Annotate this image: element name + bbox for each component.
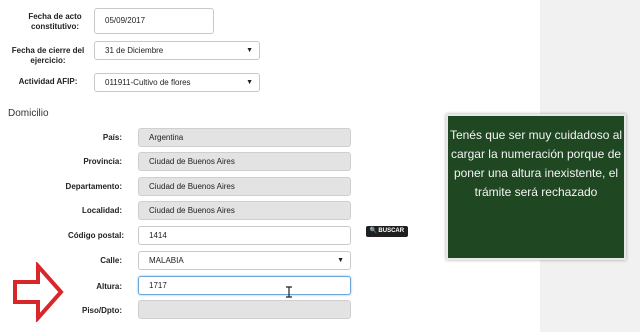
localidad-label: Localidad: <box>81 206 122 215</box>
search-icon: 🔍 <box>369 228 378 234</box>
codigo-postal-input[interactable]: 1414 <box>138 226 351 245</box>
tip-callout: Tenés que ser muy cuidadoso al cargar la… <box>446 114 626 260</box>
chevron-down-icon: ▼ <box>246 79 253 86</box>
chevron-down-icon: ▼ <box>246 47 253 54</box>
actividad-select[interactable]: 011911-Cultivo de flores ▼ <box>94 73 260 92</box>
altura-input[interactable]: 1717 <box>138 276 351 295</box>
actividad-label: Actividad AFIP: <box>18 77 78 86</box>
fecha-acto-label: Fecha de acto constitutivo: <box>28 12 82 31</box>
actividad-value: 011911-Cultivo de flores <box>105 78 191 87</box>
pais-field: Argentina <box>138 128 351 147</box>
codigo-postal-label: Código postal: <box>68 231 124 240</box>
departamento-label: Departamento: <box>65 182 122 191</box>
calle-select[interactable]: MALABIA ▼ <box>138 251 351 270</box>
provincia-field: Ciudad de Buenos Aires <box>138 152 351 171</box>
section-title-domicilio: Domicilio <box>8 108 49 119</box>
tip-callout-text: Tenés que ser muy cuidadoso al cargar la… <box>449 128 623 199</box>
buscar-label: BUSCAR <box>378 228 405 234</box>
right-arrow-icon <box>13 262 64 322</box>
departamento-field: Ciudad de Buenos Aires <box>138 177 351 196</box>
calle-value: MALABIA <box>149 256 184 265</box>
fecha-cierre-select[interactable]: 31 de Diciembre ▼ <box>94 41 260 60</box>
fecha-cierre-label: Fecha de cierre del ejercicio: <box>11 46 85 65</box>
chevron-down-icon: ▼ <box>337 257 344 264</box>
fecha-acto-input[interactable]: 05/09/2017 <box>94 8 214 34</box>
piso-input[interactable] <box>138 300 351 319</box>
pais-label: País: <box>102 133 122 142</box>
text-cursor-icon <box>286 286 292 298</box>
fecha-cierre-value: 31 de Diciembre <box>105 46 164 55</box>
buscar-button[interactable]: 🔍BUSCAR <box>366 226 408 237</box>
localidad-field: Ciudad de Buenos Aires <box>138 201 351 220</box>
provincia-label: Provincia: <box>83 157 122 166</box>
